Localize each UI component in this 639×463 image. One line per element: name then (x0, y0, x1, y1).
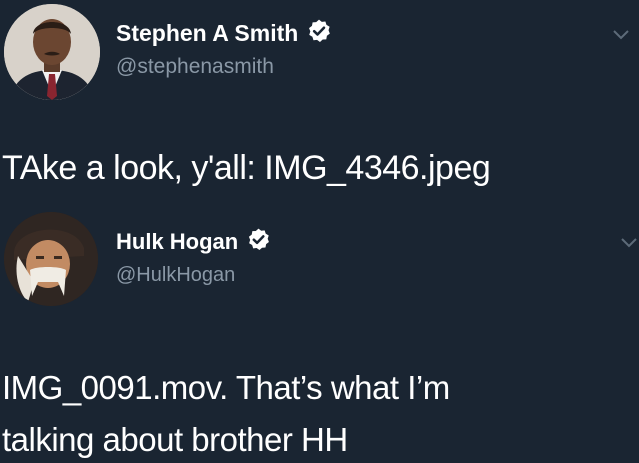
handle[interactable]: @HulkHogan (116, 264, 235, 287)
display-name[interactable]: Hulk Hogan (116, 229, 238, 255)
profile-photo-icon (4, 212, 98, 306)
verified-badge-icon (246, 227, 271, 257)
tweet-hulk-hogan: Hulk Hogan @HulkHogan IMG_0091.mov. That… (0, 0, 639, 463)
author-name-row: Hulk Hogan (116, 227, 271, 257)
chevron-down-icon[interactable] (620, 236, 638, 248)
tweet-text-line-2: talking about brother HH (2, 421, 348, 458)
avatar-hulk-hogan[interactable] (4, 212, 98, 306)
tweet-text-line-1: IMG_0091.mov. That’s what I’m (2, 369, 450, 406)
